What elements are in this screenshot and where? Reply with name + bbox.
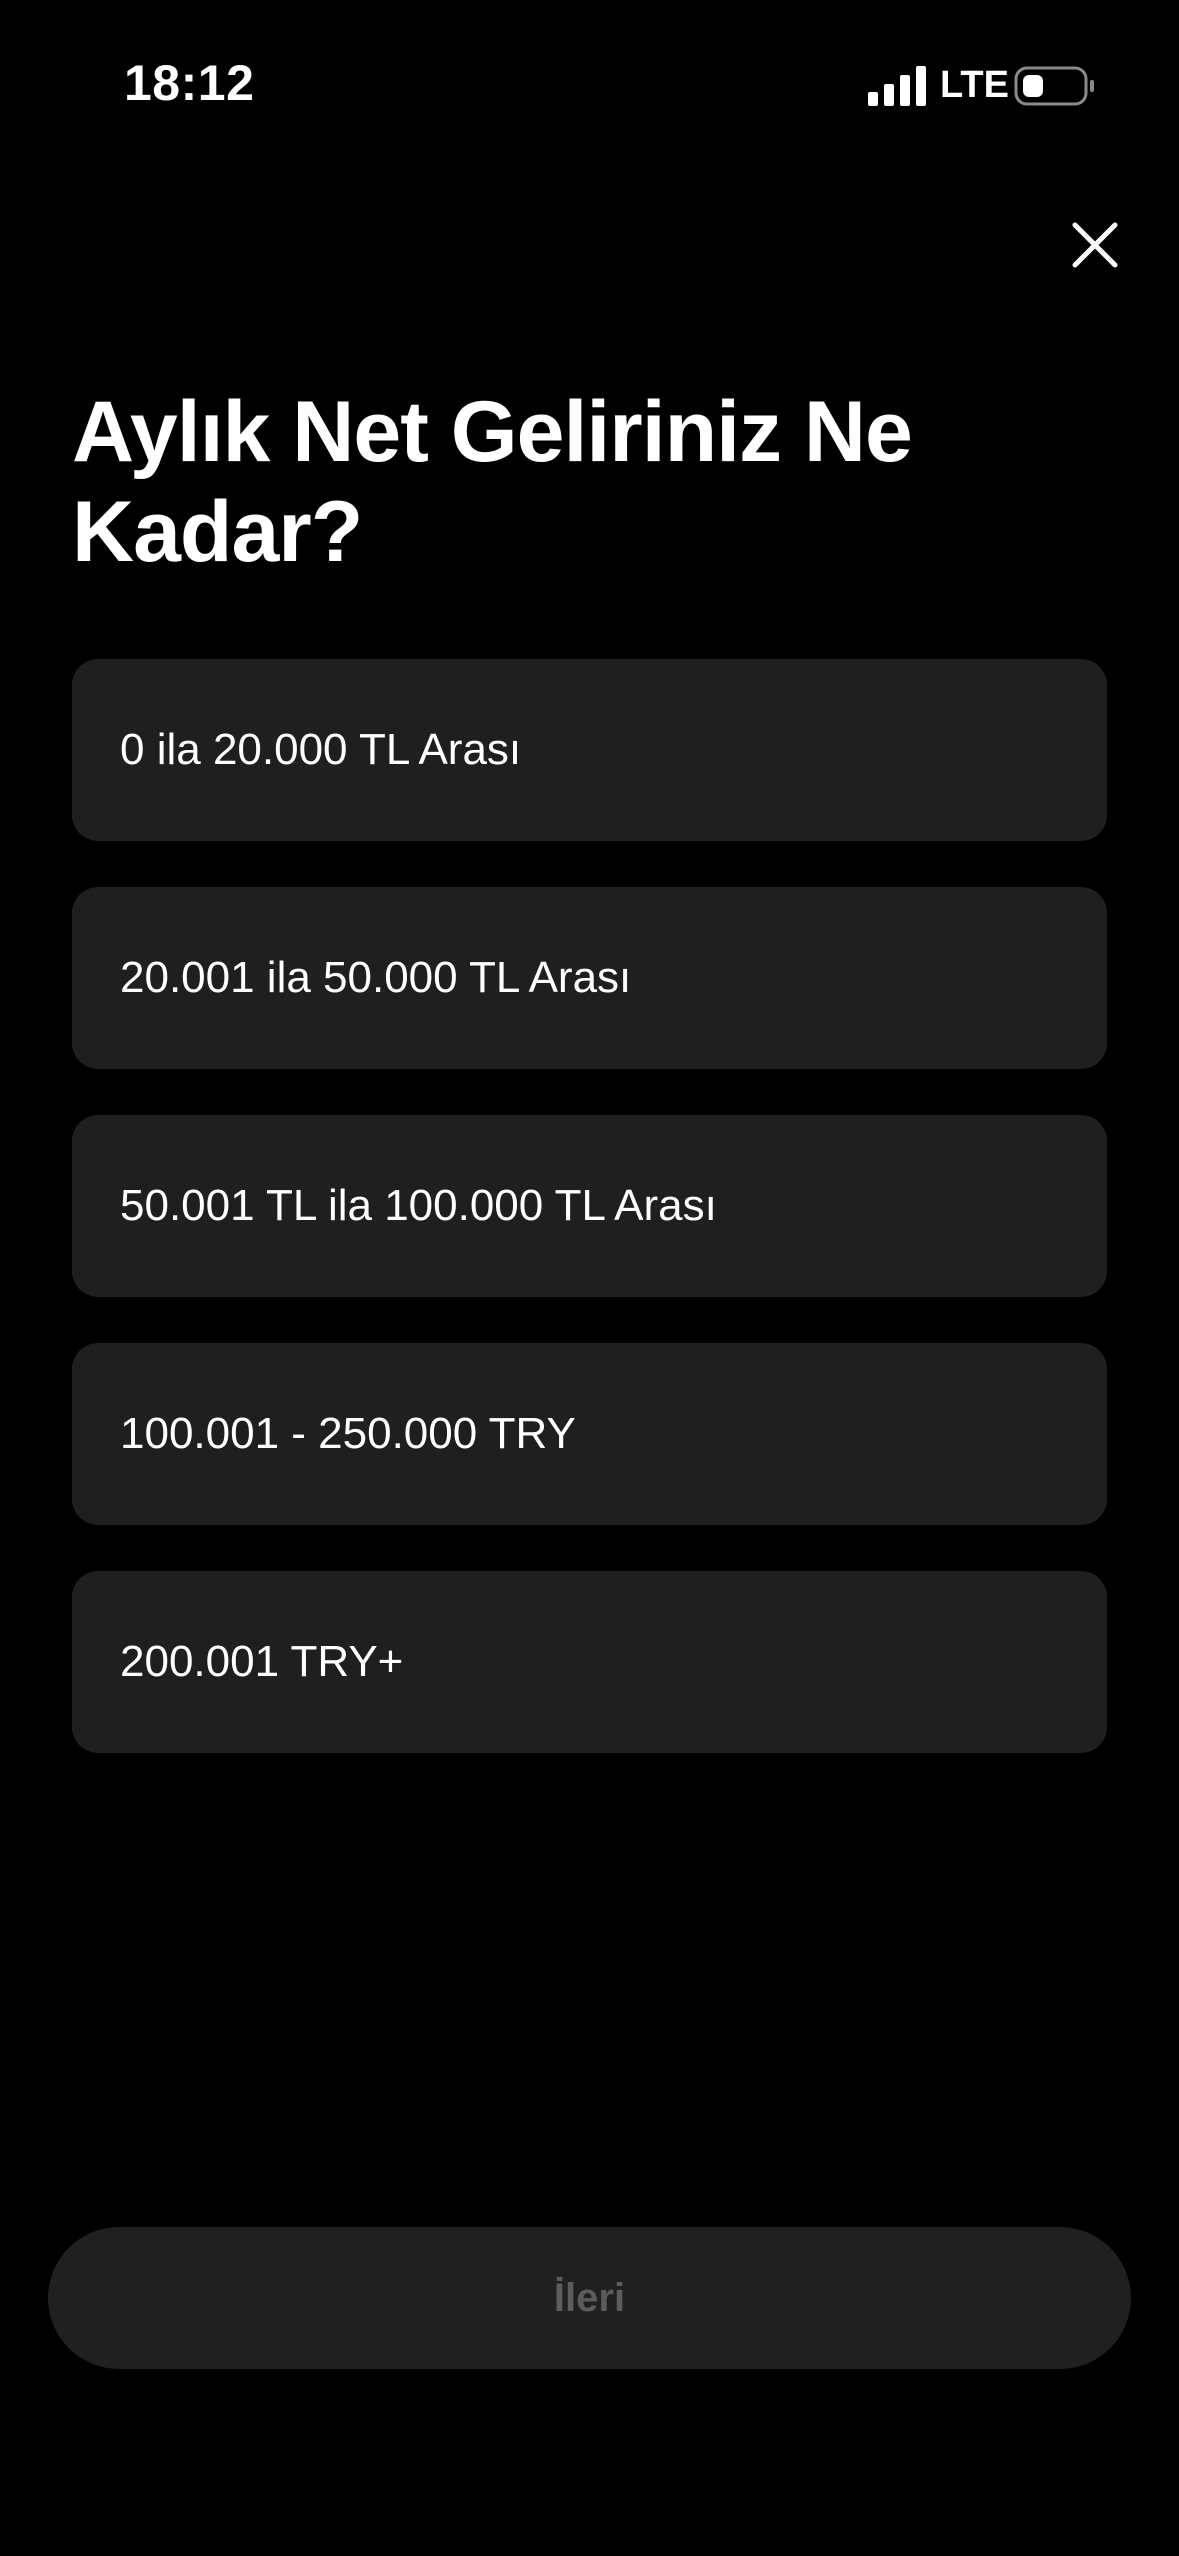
income-option-100001-250000[interactable]: 100.001 - 250.000 TRY xyxy=(72,1343,1107,1525)
option-label: 50.001 TL ila 100.000 TL Arası xyxy=(120,1181,717,1230)
next-button-label: İleri xyxy=(553,2275,626,2320)
close-button[interactable] xyxy=(1068,218,1122,272)
network-type-label: LTE xyxy=(940,64,1009,106)
income-options-list: 0 ila 20.000 TL Arası 20.001 ila 50.000 … xyxy=(72,659,1107,1799)
battery-icon xyxy=(1014,66,1094,106)
option-label: 20.001 ila 50.000 TL Arası xyxy=(120,953,632,1002)
page-title: Aylık Net Geliriniz Ne Kadar? xyxy=(72,384,913,580)
close-icon xyxy=(1072,222,1118,268)
income-option-200001-plus[interactable]: 200.001 TRY+ xyxy=(72,1571,1107,1753)
option-label: 100.001 - 250.000 TRY xyxy=(120,1409,576,1458)
income-option-0-20000[interactable]: 0 ila 20.000 TL Arası xyxy=(72,659,1107,841)
income-option-50001-100000[interactable]: 50.001 TL ila 100.000 TL Arası xyxy=(72,1115,1107,1297)
status-time: 18:12 xyxy=(124,55,255,111)
option-label: 200.001 TRY+ xyxy=(120,1637,404,1686)
status-bar: 18:12 LTE xyxy=(0,0,1179,170)
cellular-signal-icon xyxy=(868,66,926,106)
income-option-20001-50000[interactable]: 20.001 ila 50.000 TL Arası xyxy=(72,887,1107,1069)
next-button[interactable]: İleri xyxy=(48,2227,1131,2369)
option-label: 0 ila 20.000 TL Arası xyxy=(120,725,522,774)
